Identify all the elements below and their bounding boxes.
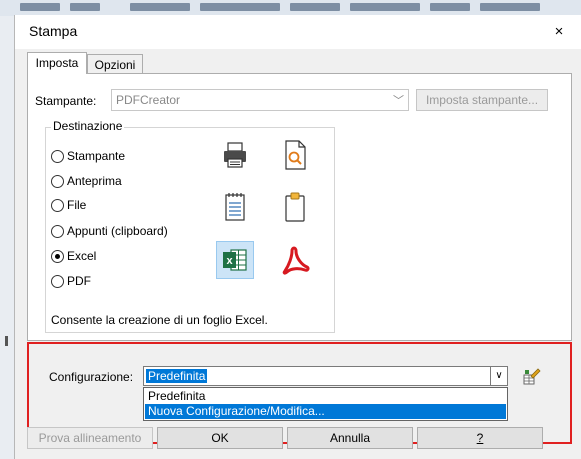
tab-imposta[interactable]: Imposta — [27, 52, 87, 74]
tab-opzioni[interactable]: Opzioni — [87, 54, 143, 74]
preview-icon[interactable] — [278, 138, 312, 172]
background-window-edge — [0, 16, 14, 459]
align-test-button[interactable]: Prova allineamento — [27, 427, 153, 449]
radio-label: PDF — [67, 274, 91, 288]
dropdown-option-new-configuration[interactable]: Nuova Configurazione/Modifica... — [145, 404, 506, 419]
dropdown-option-predefinita[interactable]: Predefinita — [145, 389, 506, 404]
configuration-label: Configurazione: — [49, 370, 134, 384]
configuration-select[interactable]: Predefinita ∨ — [143, 366, 508, 386]
clipboard-icon[interactable] — [278, 190, 312, 224]
background-window-strip — [0, 0, 581, 16]
printer-setup-button[interactable]: Imposta stampante... — [416, 89, 548, 111]
destination-description: Consente la creazione di un foglio Excel… — [51, 313, 268, 327]
printer-select-value: PDFCreator — [116, 93, 181, 107]
excel-icon[interactable]: x — [216, 241, 254, 279]
radio-label: File — [67, 198, 87, 212]
close-button[interactable]: × — [549, 23, 569, 41]
printer-icon[interactable] — [218, 138, 252, 172]
file-icon[interactable] — [218, 190, 252, 224]
printer-label: Stampante: — [35, 94, 97, 108]
cancel-button[interactable]: Annulla — [287, 427, 413, 449]
printer-select[interactable]: PDFCreator ﹀ — [111, 89, 409, 111]
radio-label: Appunti (clipboard) — [67, 224, 168, 238]
chevron-down-icon[interactable]: ∨ — [490, 367, 507, 385]
radio-label: Excel — [67, 249, 97, 263]
configuration-select-value: Predefinita — [146, 369, 208, 383]
destination-group-title: Destinazione — [51, 119, 125, 133]
radio-circle — [51, 275, 64, 288]
dialog-title: Stampa — [29, 23, 78, 39]
title-bar: Stampa × — [15, 15, 581, 49]
svg-text:x: x — [226, 255, 233, 267]
edit-configuration-icon[interactable] — [521, 367, 541, 387]
radio-circle — [51, 225, 64, 238]
radio-label: Anteprima — [67, 174, 122, 188]
help-button[interactable]: ? — [417, 427, 543, 449]
radio-circle-checked — [51, 250, 64, 263]
configuration-dropdown-list: Predefinita Nuova Configurazione/Modific… — [143, 387, 508, 421]
ok-button[interactable]: OK — [157, 427, 283, 449]
radio-circle — [51, 150, 64, 163]
radio-label: Stampante — [67, 149, 126, 163]
radio-circle — [51, 199, 64, 212]
print-dialog: Stampa × Imposta Opzioni Stampante: PDFC… — [14, 15, 581, 459]
radio-circle — [51, 175, 64, 188]
pdf-icon[interactable] — [278, 243, 312, 277]
chevron-down-icon: ﹀ — [393, 95, 404, 107]
